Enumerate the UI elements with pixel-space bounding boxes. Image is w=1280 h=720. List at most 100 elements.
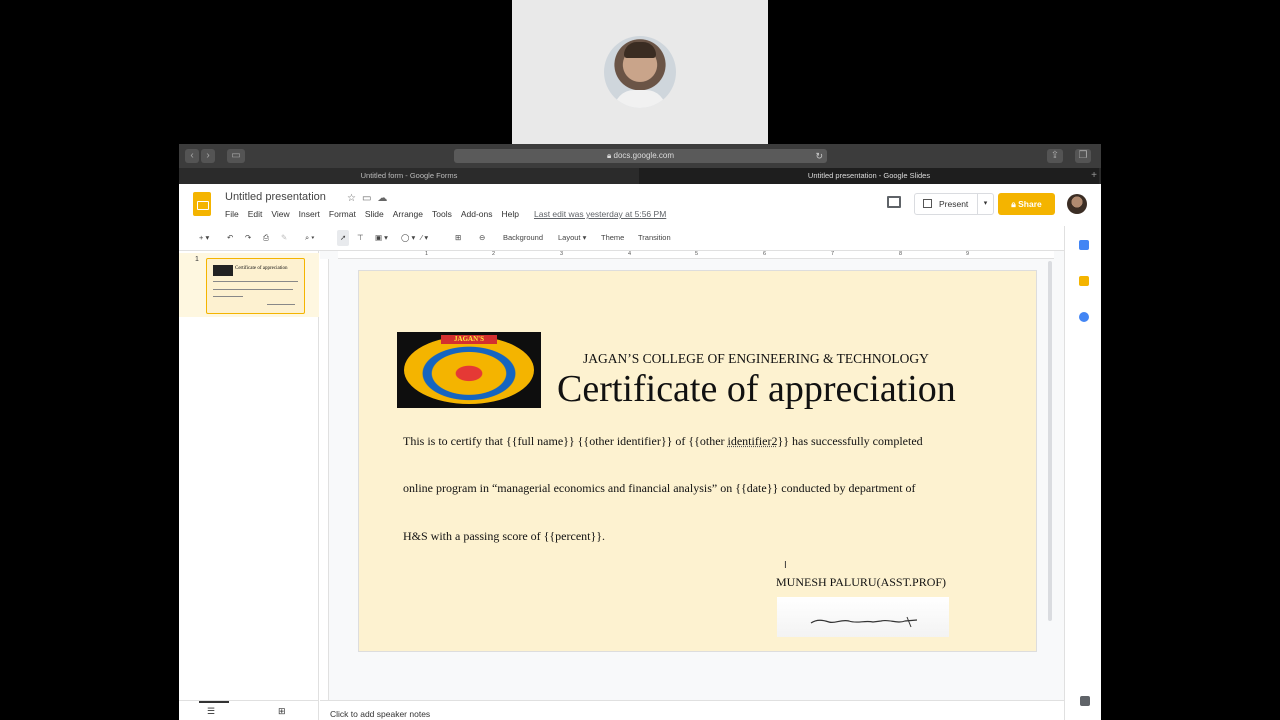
new-comment-icon[interactable]: ⊞ (455, 230, 461, 246)
last-edit-link[interactable]: Last edit was yesterday at 5:56 PM (534, 209, 666, 219)
certificate-line-1[interactable]: This is to certify that {{full name}} {{… (403, 434, 923, 449)
webcam-overlay (512, 0, 768, 144)
filmstrip: 1 Certificate of appreciation (179, 251, 319, 720)
sidebar-toggle-icon[interactable]: ▭ (227, 149, 245, 163)
shape-icon[interactable]: ◯ ▾ (401, 230, 415, 246)
back-icon[interactable]: ‹ (185, 149, 199, 163)
menu-slide[interactable]: Slide (365, 209, 384, 219)
ruler-tick: 2 (492, 251, 496, 257)
cloud-icon[interactable]: ☁ (377, 193, 393, 204)
signature-image[interactable] (777, 597, 949, 637)
link-icon[interactable]: ⊖ (479, 230, 485, 246)
slide-thumbnail[interactable]: Certificate of appreciation (206, 258, 305, 314)
line-1-part-a: This is to certify that {{full name}} {{… (403, 434, 728, 448)
theme-button[interactable]: Theme (601, 230, 624, 246)
address-bar[interactable]: 🔒︎ docs.google.com ↻ (454, 149, 827, 163)
view-switcher: ☰ ⊞ (179, 700, 319, 720)
menu-help[interactable]: Help (502, 209, 519, 219)
slide-canvas[interactable]: JAGAN'S JAGAN’S COLLEGE OF ENGINEERING &… (358, 270, 1037, 652)
grid-view-icon[interactable]: ⊞ (278, 706, 286, 717)
new-tab-icon[interactable]: + (1091, 168, 1097, 184)
side-panel (1064, 226, 1101, 720)
folder-icon[interactable]: ▭ (362, 193, 377, 204)
logo-banner: JAGAN'S (441, 335, 497, 344)
thumbnail-logo (213, 265, 233, 276)
tab-bar: Untitled form - Google Forms Untitled pr… (179, 168, 1101, 184)
menu-file[interactable]: File (225, 209, 239, 219)
menu-bar: File Edit View Insert Format Slide Arran… (225, 209, 666, 219)
ruler-tick: 6 (763, 251, 767, 257)
paint-format-icon[interactable]: ✎ (281, 230, 287, 246)
signature-scribble (810, 616, 918, 628)
certificate-title[interactable]: Certificate of appreciation (557, 367, 956, 411)
certificate-line-3[interactable]: H&S with a passing score of {{percent}}. (403, 529, 605, 544)
menu-format[interactable]: Format (329, 209, 356, 219)
keep-icon[interactable] (1079, 276, 1089, 286)
present-label: Present (939, 199, 969, 209)
speaker-notes[interactable]: Click to add speaker notes (320, 700, 1064, 720)
horizontal-ruler[interactable]: 1 2 3 4 5 6 7 8 9 (338, 251, 1054, 259)
share-label: Share (1018, 199, 1042, 209)
share-button[interactable]: 🔒︎ Share (998, 193, 1055, 215)
browser-titlebar: ‹ › ▭ 🔒︎ docs.google.com ↻ ⇪ ❐ (179, 144, 1101, 168)
ruler-tick: 1 (425, 251, 429, 257)
present-dropdown-icon[interactable]: ▾ (977, 194, 993, 214)
reload-icon[interactable]: ↻ (815, 149, 823, 163)
browser-window: ‹ › ▭ 🔒︎ docs.google.com ↻ ⇪ ❐ Untitled … (179, 144, 1101, 720)
redo-icon[interactable]: ↷ (245, 230, 251, 246)
tasks-icon[interactable] (1079, 312, 1089, 322)
user-avatar[interactable] (1067, 194, 1087, 214)
menu-edit[interactable]: Edit (248, 209, 263, 219)
forward-icon[interactable]: › (201, 149, 215, 163)
menu-addons[interactable]: Add-ons (461, 209, 493, 219)
slide-number: 1 (195, 256, 199, 263)
select-icon[interactable]: ➚ (337, 230, 350, 246)
thumbnail-line (213, 281, 298, 282)
filmstrip-view-icon[interactable]: ☰ (207, 706, 215, 717)
college-name[interactable]: JAGAN’S COLLEGE OF ENGINEERING & TECHNOL… (583, 351, 929, 367)
explore-icon[interactable] (1080, 696, 1090, 706)
app-header: Untitled presentation ☆▭☁ File Edit View… (179, 184, 1101, 226)
ruler-tick: 7 (831, 251, 835, 257)
slides-logo-icon[interactable] (193, 192, 211, 216)
new-slide-icon[interactable]: + ▾ (199, 230, 209, 246)
canvas-scrollbar[interactable] (1048, 261, 1052, 621)
toolbar: + ▾ ↶ ↷ ⎙ ✎ ⌕ ▾ ➚ ⊤ ▣ ▾ ◯ ▾ ⁄ ▾ ⊞ ⊖ Back… (191, 230, 1071, 246)
webcam-avatar (604, 36, 676, 108)
layout-button[interactable]: Layout ▾ (558, 230, 586, 246)
image-icon[interactable]: ▣ ▾ (375, 230, 388, 246)
line-icon[interactable]: ⁄ ▾ (421, 230, 428, 246)
tab-google-forms[interactable]: Untitled form - Google Forms (179, 168, 639, 184)
zoom-icon[interactable]: ⌕ ▾ (305, 230, 314, 246)
comment-history-icon[interactable] (887, 196, 901, 208)
undo-icon[interactable]: ↶ (227, 230, 233, 246)
editor-canvas: 1 2 3 4 5 6 7 8 9 JAGAN'S JAGAN’S COLLEG… (320, 251, 1064, 700)
line-1-part-c: }} has successfully completed (777, 434, 923, 448)
menu-tools[interactable]: Tools (432, 209, 452, 219)
tabs-overview-icon[interactable]: ❐ (1075, 149, 1091, 163)
menu-arrange[interactable]: Arrange (393, 209, 423, 219)
certificate-line-2[interactable]: online program in “managerial economics … (403, 481, 916, 496)
menu-view[interactable]: View (271, 209, 289, 219)
calendar-icon[interactable] (1079, 240, 1089, 250)
ruler-tick: 9 (966, 251, 970, 257)
print-icon[interactable]: ⎙ (263, 230, 269, 246)
ruler-tick: 8 (899, 251, 903, 257)
filmstrip-slide-1[interactable]: 1 Certificate of appreciation (179, 253, 319, 317)
background-button[interactable]: Background (503, 230, 543, 246)
text-box-icon[interactable]: ⊤ (357, 230, 364, 246)
transition-button[interactable]: Transition (638, 230, 671, 246)
slides-app: Untitled presentation ☆▭☁ File Edit View… (179, 184, 1101, 720)
college-emblem (404, 336, 534, 404)
college-logo[interactable]: JAGAN'S (397, 332, 541, 408)
tab-google-slides[interactable]: Untitled presentation - Google Slides (639, 168, 1099, 184)
ruler-tick: 5 (695, 251, 699, 257)
star-icon[interactable]: ☆ (347, 193, 362, 204)
ruler-tick: 3 (560, 251, 564, 257)
present-button[interactable]: Present ▾ (914, 193, 994, 215)
menu-insert[interactable]: Insert (299, 209, 320, 219)
signatory-name[interactable]: MUNESH PALURU(ASST.PROF) (776, 575, 946, 590)
document-title[interactable]: Untitled presentation (225, 191, 326, 203)
vertical-ruler[interactable] (320, 259, 329, 700)
share-icon[interactable]: ⇪ (1047, 149, 1063, 163)
